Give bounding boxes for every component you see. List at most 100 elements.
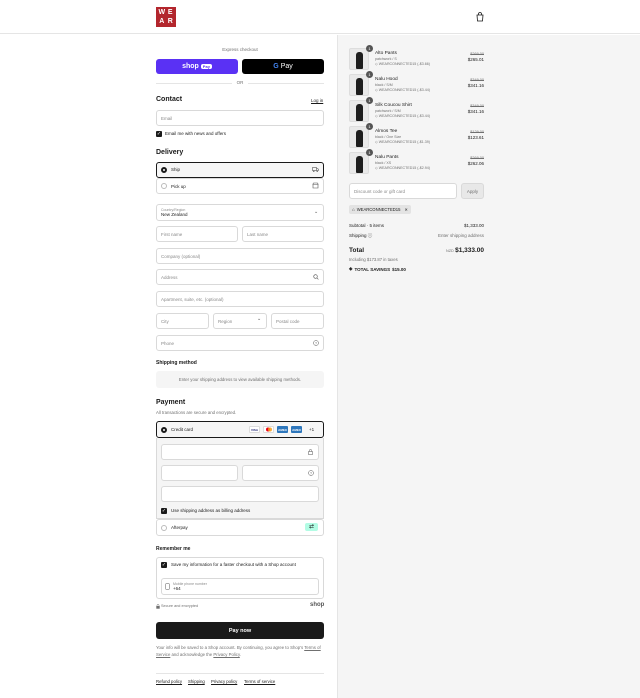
- product-discount: ◇ WEARCONNECTED15 (-$3.44): [375, 88, 430, 92]
- product-discount-text: WEARCONNECTED15 (-$1.39): [378, 140, 430, 144]
- shipping-method-heading: Shipping method: [156, 360, 197, 366]
- shipping-label-text: Shipping: [349, 233, 367, 238]
- divider: [156, 83, 232, 84]
- pickup-label: Pick up: [171, 184, 186, 189]
- cardholder-name-field[interactable]: [161, 486, 319, 502]
- privacy-link[interactable]: Privacy Policy: [213, 652, 239, 657]
- product-discount-text: WEARCONNECTED15 (-$2.94): [378, 166, 430, 170]
- pay-now-button[interactable]: Pay now: [156, 622, 324, 639]
- delivery-heading: Delivery: [156, 149, 184, 156]
- product-variant: black / XS: [375, 161, 392, 165]
- applied-discount-tag: ⌂ WEARCONNECTED15 ✕: [349, 205, 411, 214]
- country-select[interactable]: Country/Region New Zealand: [156, 204, 324, 221]
- product-discount: ◇ WEARCONNECTED15 (-$3.44): [375, 114, 430, 118]
- product-thumbnail: [349, 48, 369, 70]
- product-thumbnail: [349, 126, 369, 148]
- mobile-phone-field[interactable]: Mobile phone number +64: [161, 578, 319, 595]
- help-circle-icon[interactable]: ?: [313, 340, 319, 346]
- total-label: Total: [349, 247, 365, 254]
- help-circle-icon[interactable]: ?: [308, 470, 314, 476]
- tag-icon: ◇: [375, 140, 378, 144]
- billing-checkbox[interactable]: ✓: [161, 508, 167, 514]
- product-original-price: $269.00: [470, 156, 484, 160]
- billing-checkbox-label: Use shipping address as billing address: [171, 508, 251, 513]
- product-price: $262.06: [467, 161, 484, 166]
- tag-icon: ◈: [349, 266, 353, 271]
- discount-code-field[interactable]: Discount code or gift card: [349, 183, 457, 199]
- login-link[interactable]: Log in: [311, 98, 323, 103]
- postal-code-field[interactable]: Postal code: [271, 313, 324, 329]
- logo-letter: A: [159, 18, 165, 25]
- product-price: $341.16: [467, 109, 484, 114]
- product-variant: patchwork / S: [375, 57, 397, 61]
- google-pay-button[interactable]: G Pay: [242, 59, 324, 74]
- logo-letter: R: [167, 18, 173, 25]
- news-checkbox-label: Email me with news and offers: [165, 131, 226, 136]
- remember-me-heading: Remember me: [156, 546, 191, 552]
- product-price: $265.01: [467, 57, 484, 62]
- email-field[interactable]: Email: [156, 110, 324, 126]
- pickup-radio[interactable]: [161, 183, 167, 189]
- shipping-label: Shipping ⓘ: [349, 233, 372, 239]
- chevron-down-icon: ⌄: [257, 316, 262, 322]
- terms-of-service-link[interactable]: Terms of service: [244, 679, 275, 684]
- wear-logo[interactable]: W E A R: [156, 7, 176, 27]
- save-info-label: Save my information for a faster checkou…: [171, 562, 296, 567]
- refund-policy-link[interactable]: Refund policy: [156, 679, 182, 684]
- visa-icon: VISA: [249, 426, 260, 433]
- total-savings-value: $15.00: [392, 266, 406, 272]
- svg-text:?: ?: [310, 471, 312, 475]
- shop-pay-button[interactable]: shop Pay: [156, 59, 238, 74]
- payment-heading: Payment: [156, 399, 186, 406]
- divider: [248, 83, 324, 84]
- product-name: Silk Coucou Shirt: [375, 103, 412, 108]
- shopping-bag-icon[interactable]: [475, 12, 485, 22]
- credit-card-label: Credit card: [171, 427, 194, 432]
- shipping-policy-link[interactable]: Shipping: [188, 679, 205, 684]
- help-circle-icon[interactable]: ⓘ: [368, 233, 373, 238]
- product-original-price: $349.00: [470, 104, 484, 108]
- ship-option[interactable]: [156, 162, 324, 178]
- tag-icon: ◇: [375, 62, 378, 66]
- shipping-method-message: Enter your shipping address to view avai…: [156, 371, 324, 388]
- lock-icon: [308, 449, 313, 455]
- more-cards-label: +1: [309, 427, 315, 432]
- total-savings: ◈ TOTAL SAVINGS $15.00: [349, 266, 406, 272]
- product-original-price: $349.00: [470, 78, 484, 82]
- legal-text: Your info will be saved to a Shop accoun…: [156, 645, 324, 658]
- close-icon[interactable]: ✕: [404, 207, 408, 212]
- news-checkbox[interactable]: ✓: [156, 131, 162, 137]
- privacy-policy-link[interactable]: Privacy policy: [211, 679, 237, 684]
- contact-heading: Contact: [156, 96, 183, 103]
- credit-card-radio[interactable]: [161, 427, 167, 433]
- apply-button[interactable]: Apply: [461, 183, 484, 199]
- tag-icon: ◇: [375, 114, 378, 118]
- card-number-field[interactable]: [161, 444, 319, 460]
- product-name: Almos Tee: [375, 129, 398, 134]
- country-value: New Zealand: [161, 212, 188, 217]
- expiry-field[interactable]: [161, 465, 238, 481]
- product-original-price: $269.00: [470, 52, 484, 56]
- save-info-checkbox[interactable]: ✓: [161, 562, 167, 568]
- express-checkout-label: Express checkout: [222, 47, 258, 52]
- quantity-badge: 1: [366, 71, 373, 78]
- mobile-phone-value: +64: [173, 586, 181, 591]
- last-name-field[interactable]: Last name: [242, 226, 324, 242]
- store-icon: [312, 182, 319, 189]
- shipping-value: Enter shipping address: [437, 233, 484, 238]
- phone-field[interactable]: Phone: [156, 335, 324, 351]
- afterpay-radio[interactable]: [161, 525, 167, 531]
- apartment-field[interactable]: Apartment, suite, etc. (optional): [156, 291, 324, 307]
- first-name-field[interactable]: First name: [156, 226, 238, 242]
- city-field[interactable]: City: [156, 313, 209, 329]
- logo-letter: W: [158, 9, 166, 16]
- address-field[interactable]: Address: [156, 269, 324, 285]
- quantity-badge: 1: [366, 97, 373, 104]
- product-discount: ◇ WEARCONNECTED15 (-$1.39): [375, 140, 430, 144]
- company-field[interactable]: Company (optional): [156, 248, 324, 264]
- taxes-label: Including $173.87 in taxes: [349, 257, 398, 262]
- afterpay-label: Afterpay: [171, 525, 188, 530]
- ship-radio[interactable]: [161, 167, 167, 173]
- product-original-price: $129.00: [470, 130, 484, 134]
- chevron-down-icon: ⌄: [314, 209, 319, 215]
